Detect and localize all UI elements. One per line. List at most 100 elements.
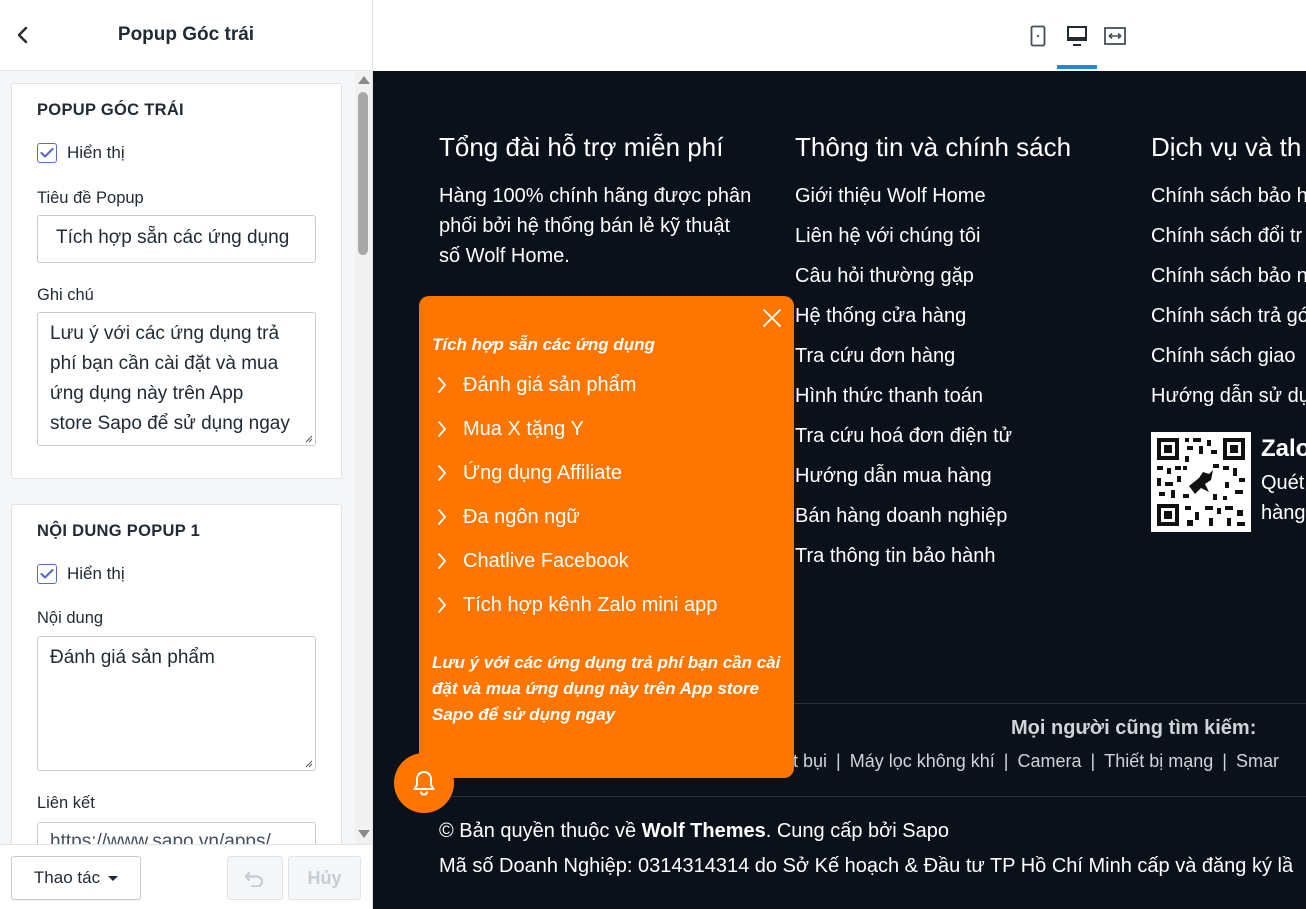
- popup-note-line: đặt và mua ứng dụng này trên App store: [432, 679, 759, 698]
- search-tag[interactable]: Smar: [1236, 751, 1279, 771]
- copyright-suffix: . Cung cấp bởi Sapo: [765, 820, 949, 842]
- zalo-title: Zalo: [1261, 435, 1306, 462]
- show-popup-checkbox-row[interactable]: Hiển thị: [37, 143, 125, 163]
- link-input[interactable]: https://www.sapo.vn/apps/: [37, 822, 316, 844]
- popup-content-1-card: NỘI DUNG POPUP 1 Hiển thị Nội dung Đánh …: [11, 504, 342, 844]
- footer-link[interactable]: Tra cứu đơn hàng: [795, 341, 1012, 381]
- footer-link[interactable]: Giới thiệu Wolf Home: [795, 181, 1012, 221]
- show-content-checkbox[interactable]: [37, 564, 57, 584]
- footer-link[interactable]: Hình thức thanh toán: [795, 381, 1012, 421]
- checkmark-icon: [40, 568, 54, 579]
- zalo-line: Quét: [1261, 472, 1305, 494]
- company-registration-text: Mã số Doanh Nghiệp: 0314314314 do Sở Kế …: [439, 855, 1294, 877]
- popup-list-item[interactable]: Ứng dụng Affiliate: [437, 451, 717, 495]
- card-heading: NỘI DUNG POPUP 1: [37, 522, 201, 540]
- zalo-description: Quét hàng: [1261, 468, 1306, 528]
- content-label: Nội dung: [37, 609, 104, 627]
- popup-list-item[interactable]: Đánh giá sản phẩm: [437, 363, 717, 407]
- search-tag[interactable]: Thiết bị mạng: [1104, 751, 1213, 771]
- caret-down-icon: [108, 875, 119, 881]
- settings-scroll-area: POPUP GÓC TRÁI Hiển thị Tiêu đề Popup Tí…: [0, 72, 372, 844]
- popup-item-label: Ứng dụng Affiliate: [463, 461, 623, 484]
- policy-link-list: Giới thiệu Wolf Home Liên hệ với chúng t…: [795, 181, 1012, 581]
- popup-list-item[interactable]: Tích hợp kênh Zalo mini app: [437, 583, 717, 627]
- scroll-up-arrow-icon[interactable]: [358, 76, 370, 84]
- resize-grip-icon[interactable]: [304, 434, 313, 443]
- fullwidth-view-button[interactable]: [1101, 22, 1129, 50]
- link-label: Liên kết: [37, 794, 95, 812]
- zalo-line: hàng: [1261, 502, 1306, 524]
- popup-item-label: Mua X tặng Y: [463, 417, 584, 440]
- footer-link[interactable]: Bán hàng doanh nghiệp: [795, 501, 1012, 541]
- footer-link[interactable]: Chính sách giao: [1151, 341, 1306, 381]
- checkmark-icon: [40, 147, 54, 158]
- zalo-qr-code-icon: [1151, 432, 1251, 532]
- services-link-list: Chính sách bảo h Chính sách đổi tr Chính…: [1151, 181, 1306, 421]
- chevron-right-icon: [438, 553, 446, 569]
- popup-list-item[interactable]: Đa ngôn ngữ: [437, 495, 717, 539]
- policy-column-title: Thông tin và chính sách: [795, 132, 1072, 162]
- note-label: Ghi chú: [37, 286, 94, 304]
- search-tag[interactable]: Camera: [1017, 751, 1081, 771]
- popup-item-label: Đánh giá sản phẩm: [463, 373, 637, 396]
- copyright-brand-link[interactable]: Wolf Themes: [642, 820, 766, 842]
- cancel-button[interactable]: Hủy: [288, 856, 361, 900]
- popup-note: Lưu ý với các ứng dụng trả phí bạn cần c…: [432, 650, 782, 728]
- description-line: phối bởi hệ thống bán lẻ kỹ thuật: [439, 215, 731, 237]
- copyright-prefix: © Bản quyền thuộc về: [439, 820, 642, 842]
- footer-link[interactable]: Hệ thống cửa hàng: [795, 301, 1012, 341]
- chevron-right-icon: [438, 421, 446, 437]
- scroll-down-arrow-icon[interactable]: [358, 830, 370, 838]
- footer-link[interactable]: Tra thông tin bảo hành: [795, 541, 1012, 581]
- popup-list-item[interactable]: Chatlive Facebook: [437, 539, 717, 583]
- footer-link[interactable]: Câu hỏi thường gặp: [795, 261, 1012, 301]
- desktop-view-button[interactable]: [1063, 22, 1091, 50]
- popup-note-line: Lưu ý với các ứng dụng trả phí bạn cần c…: [432, 653, 781, 672]
- expand-width-icon: [1104, 27, 1126, 45]
- popup-title-label: Tiêu đề Popup: [37, 189, 144, 207]
- popup-list-item[interactable]: Mua X tặng Y: [437, 407, 717, 451]
- services-column-title: Dịch vụ và th: [1151, 132, 1302, 162]
- search-tag[interactable]: Máy lọc không khí: [850, 751, 995, 771]
- active-device-indicator: [1057, 65, 1097, 69]
- show-content-checkbox-row[interactable]: Hiển thị: [37, 564, 125, 584]
- panel-scrollbar[interactable]: [355, 72, 372, 844]
- scroll-thumb[interactable]: [358, 92, 368, 255]
- note-textarea[interactable]: Lưu ý với các ứng dụng trả phí bạn cần c…: [37, 312, 316, 446]
- show-popup-checkbox[interactable]: [37, 143, 57, 163]
- show-popup-label: Hiển thị: [67, 143, 125, 162]
- popup-toggle-button[interactable]: [394, 753, 454, 813]
- chevron-right-icon: [438, 509, 446, 525]
- footer-link[interactable]: Chính sách trả gó: [1151, 301, 1306, 341]
- footer-link[interactable]: Tra cứu hoá đơn điện tử: [795, 421, 1012, 461]
- panel-footer: Thao tác Hủy: [0, 844, 372, 909]
- footer-link[interactable]: Hướng dẫn mua hàng: [795, 461, 1012, 501]
- preview-toolbar: [373, 0, 1306, 71]
- panel-header: Popup Góc trái: [0, 0, 372, 71]
- support-description: Hàng 100% chính hãng được phân phối bởi …: [439, 181, 751, 271]
- panel-title: Popup Góc trái: [117, 24, 255, 45]
- footer-link[interactable]: Hướng dẫn sử dụ: [1151, 381, 1306, 421]
- footer-link[interactable]: Liên hệ với chúng tôi: [795, 221, 1012, 261]
- mobile-view-button[interactable]: [1024, 22, 1052, 50]
- note-line: store Sapo để sử dụng ngay: [50, 413, 290, 434]
- card-heading: POPUP GÓC TRÁI: [37, 101, 184, 119]
- store-footer-preview: Tổng đài hỗ trợ miễn phí Hàng 100% chính…: [373, 71, 1306, 909]
- theme-editor-panel: Popup Góc trái POPUP GÓC TRÁI Hiển thị T…: [0, 0, 373, 909]
- mobile-icon: [1030, 25, 1046, 47]
- close-icon[interactable]: [760, 306, 784, 330]
- content-textarea[interactable]: Đánh giá sản phẩm: [37, 636, 316, 771]
- footer-link[interactable]: Chính sách bảo h: [1151, 181, 1306, 221]
- undo-icon: [244, 871, 264, 887]
- popup-title-input[interactable]: Tích hợp sẵn các ứng dụng: [37, 215, 316, 263]
- copyright-text: © Bản quyền thuộc về Wolf Themes. Cung c…: [439, 820, 949, 843]
- footer-link[interactable]: Chính sách đổi tr: [1151, 221, 1306, 261]
- support-column-title: Tổng đài hỗ trợ miễn phí: [439, 132, 724, 162]
- note-line: phí bạn cần cài đặt và mua: [50, 353, 279, 374]
- resize-grip-icon[interactable]: [304, 759, 313, 768]
- footer-link[interactable]: Chính sách bảo n: [1151, 261, 1306, 301]
- undo-button[interactable]: [227, 856, 283, 900]
- popup-app-list: Đánh giá sản phẩm Mua X tặng Y Ứng dụng …: [437, 363, 717, 627]
- search-tag[interactable]: t bụi: [793, 751, 827, 771]
- actions-dropdown-button[interactable]: Thao tác: [11, 856, 141, 900]
